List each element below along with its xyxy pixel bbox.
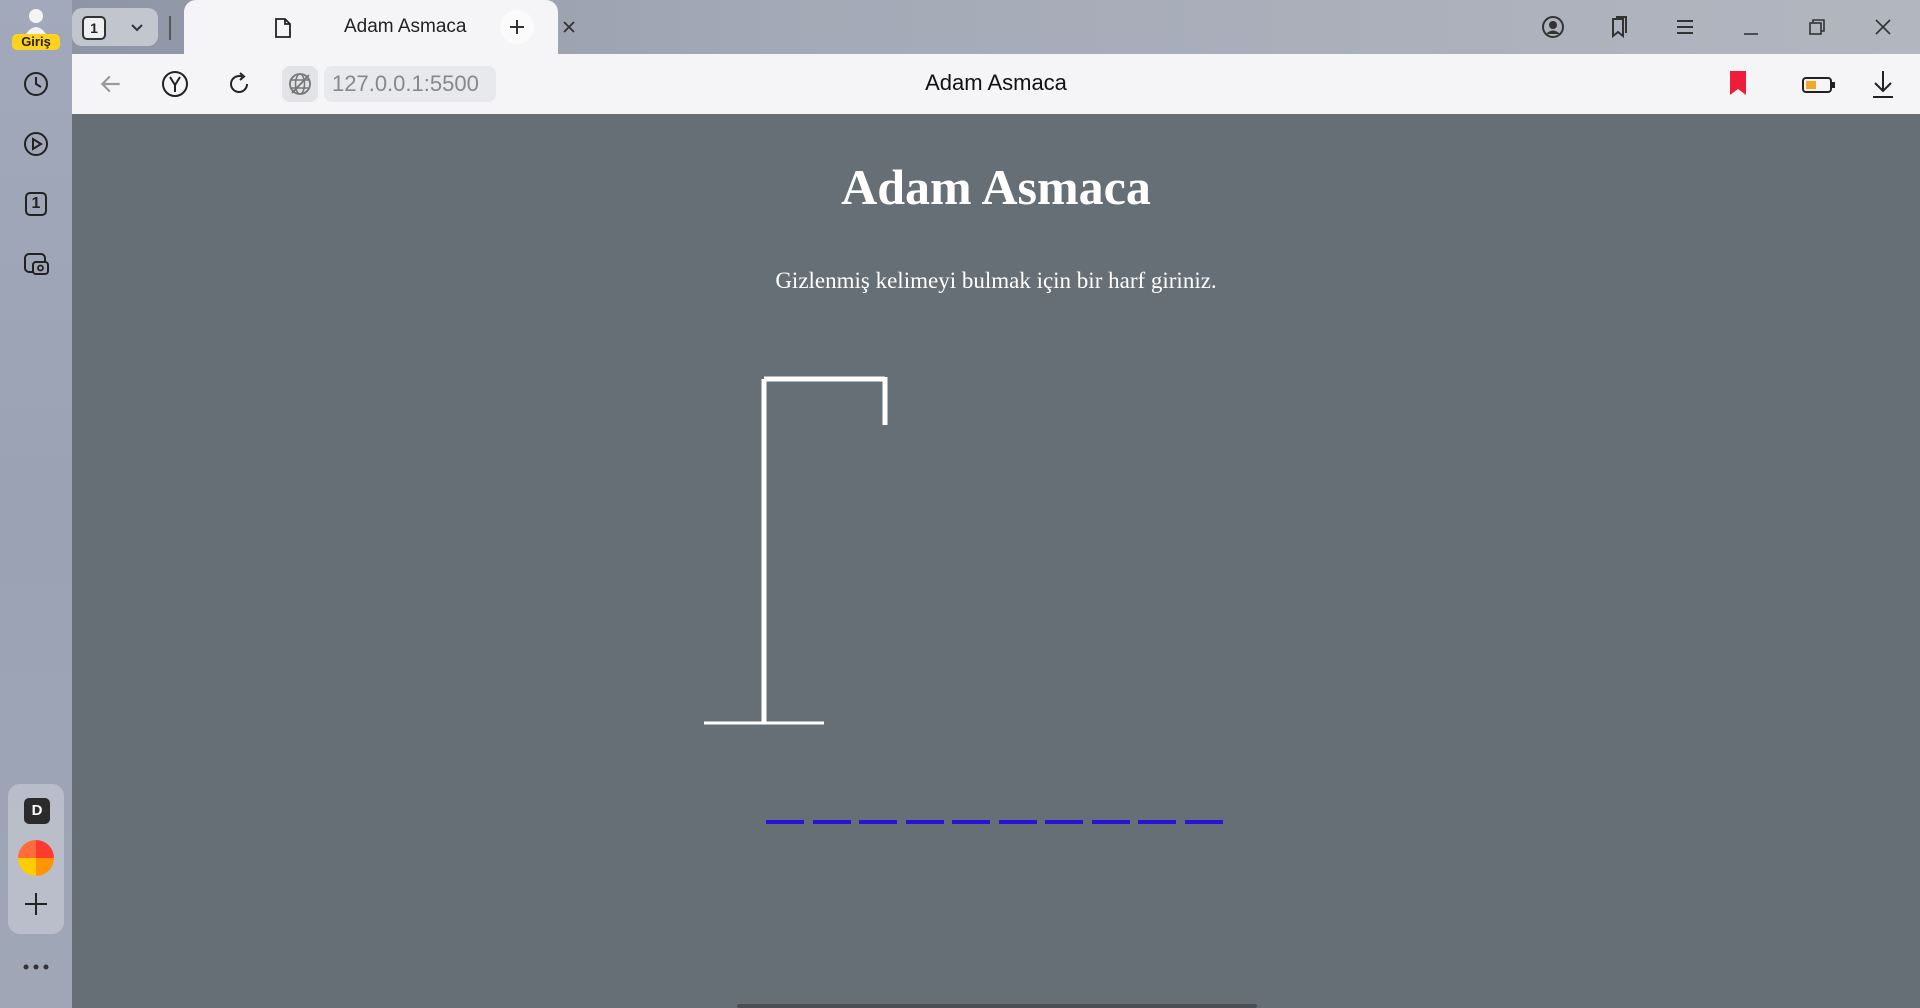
letter-blank <box>766 820 804 824</box>
letter-blank <box>1045 820 1083 824</box>
tab-count: 1 <box>82 16 106 40</box>
chevron-down-icon <box>131 24 143 32</box>
horizontal-scrollbar[interactable] <box>737 1004 1257 1008</box>
address-bar: 127.0.0.1:5500 Adam Asmaca <box>72 54 1920 114</box>
document-icon <box>275 18 291 38</box>
page-title: Adam Asmaca <box>925 70 1067 95</box>
letter-blank <box>1138 820 1176 824</box>
tab-separator <box>169 16 171 40</box>
bookmark-icon[interactable] <box>1728 70 1748 96</box>
tabs-count-label: 1 <box>31 195 41 212</box>
collections-button[interactable] <box>1604 12 1634 42</box>
tabs-count-button[interactable]: 1 <box>12 180 60 228</box>
letter-blank <box>1091 820 1130 824</box>
bookmarks-icon <box>1612 16 1627 39</box>
word-blanks <box>766 820 1231 824</box>
letter-blank <box>905 820 944 824</box>
tab-bar: 1 Adam Asmaca <box>72 0 1920 54</box>
screenshot-button[interactable] <box>12 240 60 288</box>
letter-blank <box>1184 820 1223 824</box>
letter-blank <box>952 820 990 824</box>
history-icon <box>24 72 48 96</box>
user-avatar-icon <box>26 9 46 34</box>
close-window-button[interactable] <box>1868 12 1898 42</box>
login-label: Giriş <box>12 34 60 50</box>
media-button[interactable] <box>12 120 60 168</box>
minimize-icon <box>1744 33 1758 35</box>
close-icon <box>1875 19 1891 35</box>
letter-blank <box>998 820 1037 824</box>
letter-blank <box>859 820 897 824</box>
restore-icon <box>1809 19 1825 35</box>
download-icon[interactable] <box>1868 68 1898 100</box>
tab-counter-button[interactable]: 1 <box>72 8 158 46</box>
profile-button[interactable] <box>1538 12 1568 42</box>
login-button[interactable]: Giriş <box>8 6 64 50</box>
battery-icon[interactable] <box>1802 76 1836 94</box>
new-tab-button[interactable] <box>500 10 534 44</box>
profile-icon <box>1542 16 1564 38</box>
hangman-gallows <box>704 376 888 725</box>
letter-blank <box>812 820 851 824</box>
play-icon <box>24 132 48 156</box>
plus-icon <box>510 20 524 34</box>
minimize-button[interactable] <box>1736 12 1766 42</box>
screenshot-icon <box>24 253 49 275</box>
d-service-button[interactable]: D <box>24 798 50 824</box>
alice-orb-icon[interactable] <box>18 840 54 876</box>
restore-button[interactable] <box>1802 12 1832 42</box>
more-icon[interactable] <box>20 960 52 974</box>
sidebar: Giriş 1 D <box>0 0 72 1008</box>
page-content: Adam Asmaca Gizlenmiş kelimeyi bulmak iç… <box>72 114 1920 1008</box>
tab-title: Adam Asmaca <box>344 16 467 37</box>
history-button[interactable] <box>12 60 60 108</box>
hamburger-icon <box>1677 20 1693 34</box>
close-icon[interactable] <box>560 18 578 36</box>
menu-button[interactable] <box>1670 12 1700 42</box>
plus-icon[interactable] <box>22 890 50 918</box>
